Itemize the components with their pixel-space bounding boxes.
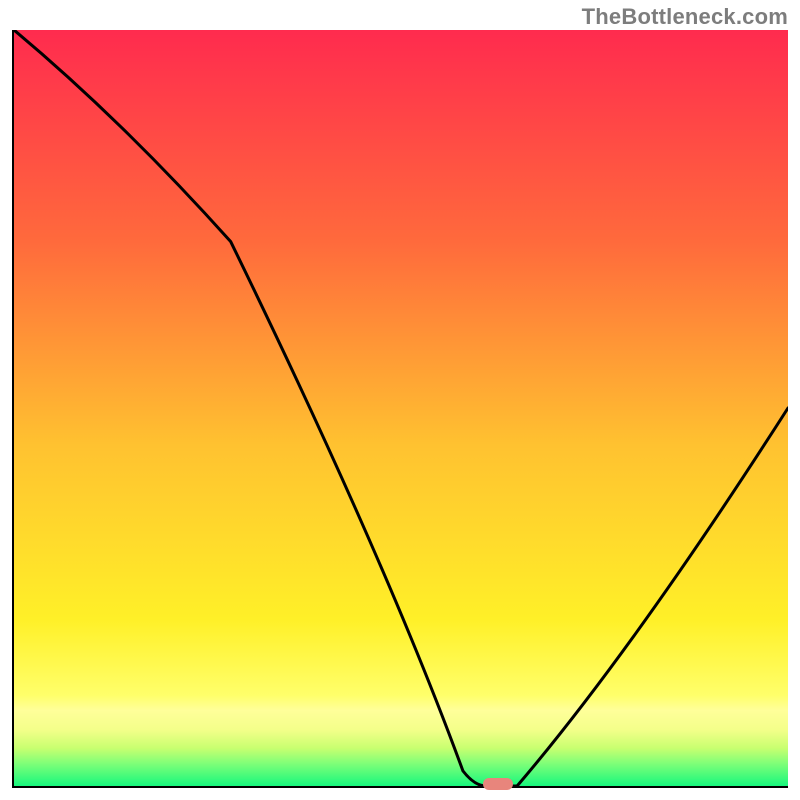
chart-canvas bbox=[14, 30, 788, 786]
gradient-background bbox=[14, 30, 788, 786]
optimum-marker bbox=[483, 778, 513, 790]
attribution-text: TheBottleneck.com bbox=[582, 4, 788, 30]
chart-plot-area bbox=[12, 30, 788, 788]
